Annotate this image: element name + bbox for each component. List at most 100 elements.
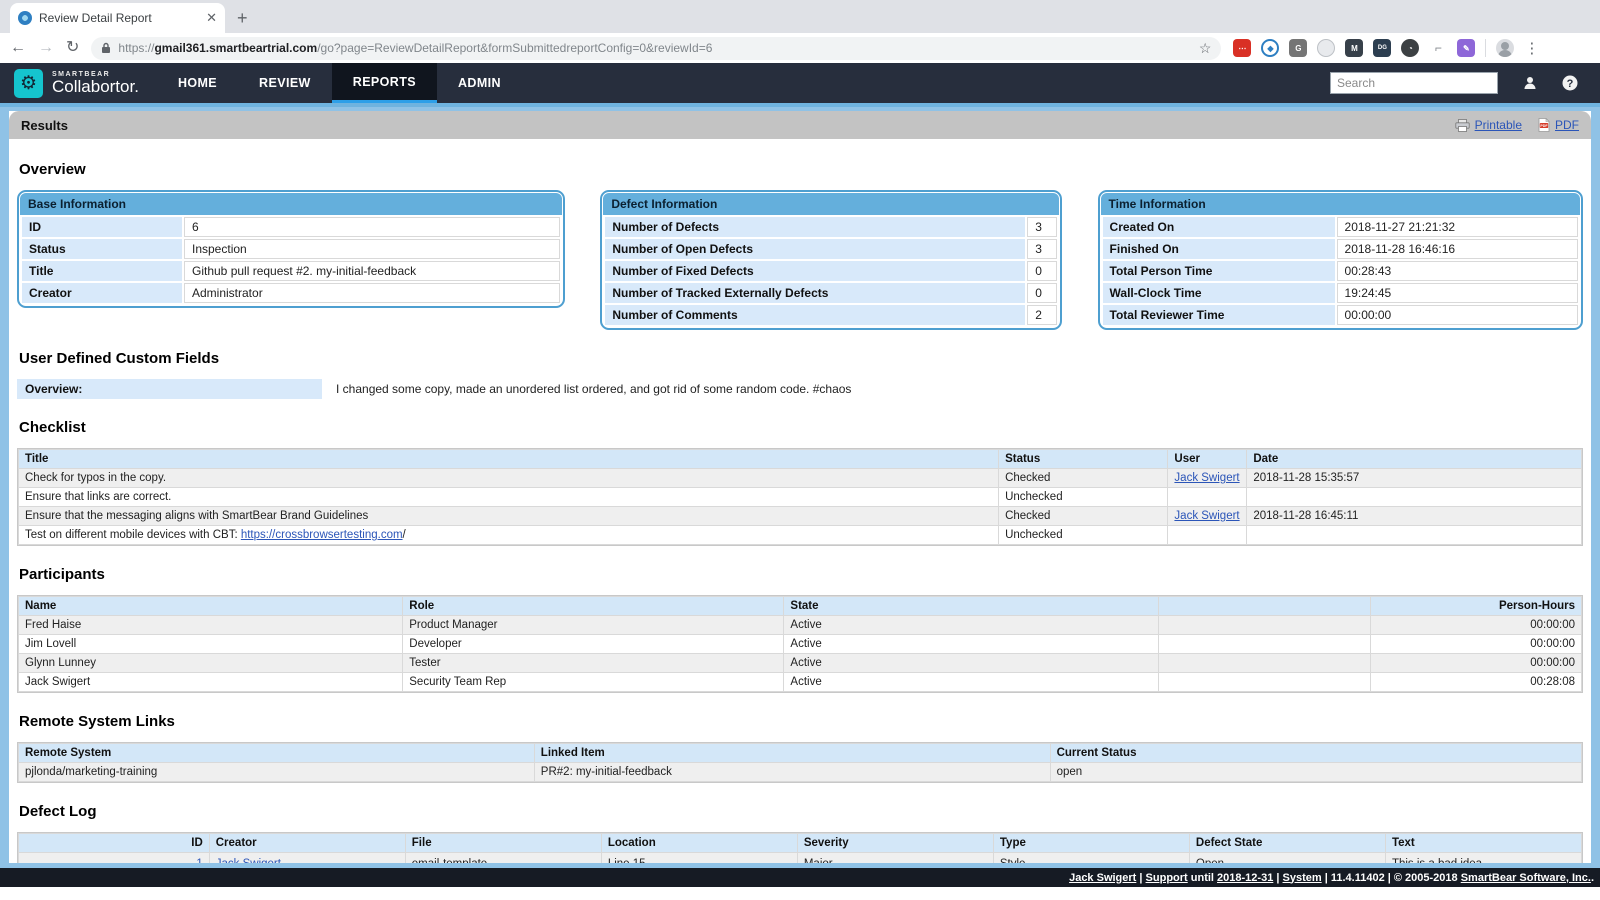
table-row: Test on different mobile devices with CB… (19, 526, 1581, 544)
cbt-link[interactable]: https://crossbrowsertesting.com (241, 529, 403, 541)
column-header: Role (403, 597, 783, 615)
column-header: Linked Item (535, 744, 1050, 762)
bookmark-star-icon[interactable]: ☆ (1199, 40, 1212, 57)
main-nav: HOME REVIEW REPORTS ADMIN (157, 63, 522, 103)
help-icon[interactable]: ? (1562, 75, 1578, 91)
report-content: Overview Base Information ID 6 Status In… (9, 161, 1591, 868)
user-link[interactable]: Jack Swigert (1174, 472, 1239, 484)
table-header-row: Remote System Linked Item Current Status (19, 744, 1581, 762)
nav-item-reports[interactable]: REPORTS (332, 63, 437, 103)
field-label: Wall-Clock Time (1103, 283, 1335, 303)
elbow-extension-icon[interactable]: ⌐ (1429, 39, 1447, 57)
browser-tab[interactable]: Review Detail Report ✕ (10, 3, 225, 33)
column-header: Text (1386, 834, 1581, 852)
checklist-status: Checked (999, 469, 1167, 487)
defect-severity: Major (798, 853, 993, 868)
field-label: Number of Defects (605, 217, 1025, 237)
field-label: Finished On (1103, 239, 1335, 259)
checklist-heading: Checklist (19, 419, 1583, 436)
footer-support-link[interactable]: Support (1146, 872, 1188, 884)
defect-id-link[interactable]: 1 (196, 858, 202, 868)
pdf-icon[interactable]: PDF (1538, 118, 1550, 132)
address-bar[interactable]: https://gmail361.smartbeartrial.com/go?p… (91, 37, 1221, 60)
printer-icon[interactable] (1455, 119, 1470, 132)
field-label: Created On (1103, 217, 1335, 237)
participant-role: Developer (403, 635, 783, 653)
new-tab-icon[interactable]: + (237, 8, 248, 33)
defect-log-heading: Defect Log (19, 803, 1583, 820)
red-extension-icon[interactable]: ⋯ (1233, 39, 1251, 57)
table-row: Check for typos in the copy. Checked Jac… (19, 469, 1581, 487)
footer-separator: | (1136, 872, 1145, 884)
checklist-title: Test on different mobile devices with CB… (19, 526, 998, 544)
svg-text:?: ? (1567, 78, 1574, 90)
nav-item-review[interactable]: REVIEW (238, 63, 332, 103)
checklist-date: 2018-11-28 15:35:57 (1247, 469, 1581, 487)
participants-heading: Participants (19, 566, 1583, 583)
profile-icon[interactable] (1496, 39, 1514, 57)
dark-circle-extension-icon[interactable]: ◔ (1401, 39, 1419, 57)
gray-circle-extension-icon[interactable] (1317, 39, 1335, 57)
table-row: Total Reviewer Time 00:00:00 (1103, 305, 1578, 325)
table-row: Number of Tracked Externally Defects 0 (605, 283, 1057, 303)
search-input[interactable] (1331, 76, 1498, 90)
header-right: ? (1330, 63, 1600, 103)
column-header: Date (1247, 450, 1581, 468)
remote-links-table: Remote System Linked Item Current Status… (17, 742, 1583, 783)
printable-link[interactable]: Printable (1475, 118, 1522, 132)
g-extension-icon[interactable]: G (1289, 39, 1307, 57)
user-icon[interactable] (1522, 75, 1538, 91)
footer-support-date-link[interactable]: 2018-12-31 (1217, 872, 1273, 884)
collaborator-logo-icon: ⚙ (14, 69, 43, 98)
back-icon[interactable]: ← (10, 40, 26, 56)
checklist-user: Jack Swigert (1168, 507, 1246, 525)
brand[interactable]: ⚙ SMARTBEAR Collabortor. (0, 63, 157, 103)
column-header: Title (19, 450, 998, 468)
dg-extension-icon[interactable]: DG (1373, 39, 1391, 57)
table-row: Ensure that the messaging aligns with Sm… (19, 507, 1581, 525)
participants-table: Name Role State Person-Hours Fred Haise … (17, 595, 1583, 693)
checklist-date: 2018-11-28 16:45:11 (1247, 507, 1581, 525)
field-label: Number of Fixed Defects (605, 261, 1025, 281)
field-label: ID (22, 217, 182, 237)
footer-smartbear-link[interactable]: SmartBear Software, Inc. (1461, 872, 1591, 884)
pdf-link[interactable]: PDF (1555, 118, 1579, 132)
time-information-title: Time Information (1101, 193, 1580, 215)
table-row: Created On 2018-11-27 21:21:32 (1103, 217, 1578, 237)
checklist-status: Unchecked (999, 526, 1167, 544)
user-link[interactable]: Jack Swigert (1174, 510, 1239, 522)
footer-system-link[interactable]: System (1283, 872, 1322, 884)
collaborator-extension-icon[interactable]: ◆ (1261, 39, 1279, 57)
table-row: pjlonda/marketing-training PR#2: my-init… (19, 763, 1581, 781)
defect-type: Style (994, 853, 1189, 868)
purple-pen-extension-icon[interactable]: ✎ (1457, 39, 1475, 57)
table-row: Ensure that links are correct. Unchecked (19, 488, 1581, 506)
table-row: Finished On 2018-11-28 16:46:16 (1103, 239, 1578, 259)
participant-blank (1159, 616, 1369, 634)
nav-item-home[interactable]: HOME (157, 63, 238, 103)
participant-name: Jack Swigert (19, 673, 402, 691)
field-label: Number of Tracked Externally Defects (605, 283, 1025, 303)
forward-icon[interactable]: → (38, 40, 54, 56)
tab-title: Review Detail Report (39, 11, 199, 25)
field-label: Total Reviewer Time (1103, 305, 1335, 325)
reload-icon[interactable]: ↻ (66, 40, 79, 56)
nav-item-admin[interactable]: ADMIN (437, 63, 522, 103)
footer-user-link[interactable]: Jack Swigert (1069, 872, 1136, 884)
participant-name: Fred Haise (19, 616, 402, 634)
column-header: Type (994, 834, 1189, 852)
tab-close-icon[interactable]: ✕ (206, 10, 217, 26)
m-extension-icon[interactable]: M (1345, 39, 1363, 57)
browser-menu-icon[interactable]: ⋮ (1524, 39, 1539, 57)
field-value: 2018-11-27 21:21:32 (1337, 217, 1578, 237)
page-title: Results (21, 118, 68, 133)
user-link[interactable]: Jack Swigert (216, 858, 281, 868)
defect-creator: Jack Swigert (210, 853, 405, 868)
table-row: Fred Haise Product Manager Active 00:00:… (19, 616, 1581, 634)
table-row: Status Inspection (22, 239, 560, 259)
column-header: Location (602, 834, 797, 852)
checklist-status: Unchecked (999, 488, 1167, 506)
defect-state: Open (1190, 853, 1385, 868)
table-row: Number of Comments 2 (605, 305, 1057, 325)
participant-hours: 00:00:00 (1371, 654, 1581, 672)
